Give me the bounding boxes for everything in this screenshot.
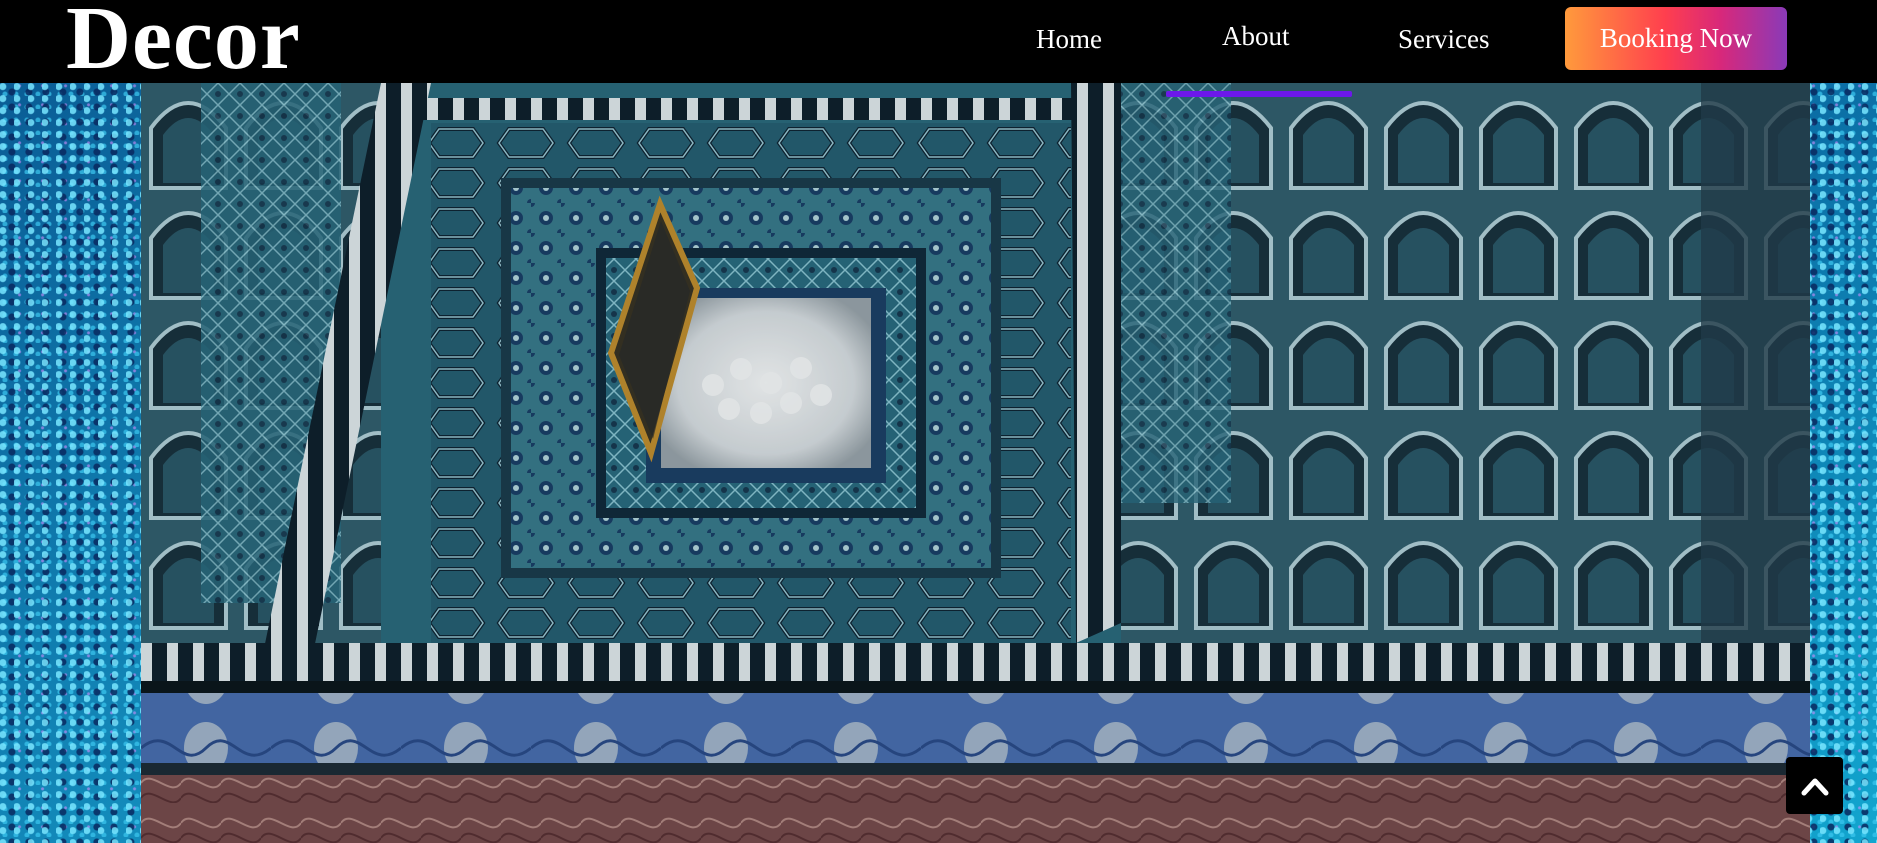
tiled-ceiling-photo: [141, 83, 1810, 843]
booking-now-button[interactable]: Booking Now: [1565, 7, 1787, 70]
nav-home-link[interactable]: Home: [1036, 24, 1102, 54]
navbar: Decor Home About Services Booking Now: [0, 0, 1877, 84]
active-nav-indicator: [1166, 91, 1352, 97]
chevron-up-icon: [1801, 778, 1828, 795]
hero-image: [141, 83, 1810, 843]
site-logo[interactable]: Decor: [66, 0, 301, 84]
nav-about-link[interactable]: About: [1222, 21, 1290, 51]
scroll-to-top-button[interactable]: [1786, 757, 1843, 814]
nav-services-link[interactable]: Services: [1398, 24, 1489, 54]
